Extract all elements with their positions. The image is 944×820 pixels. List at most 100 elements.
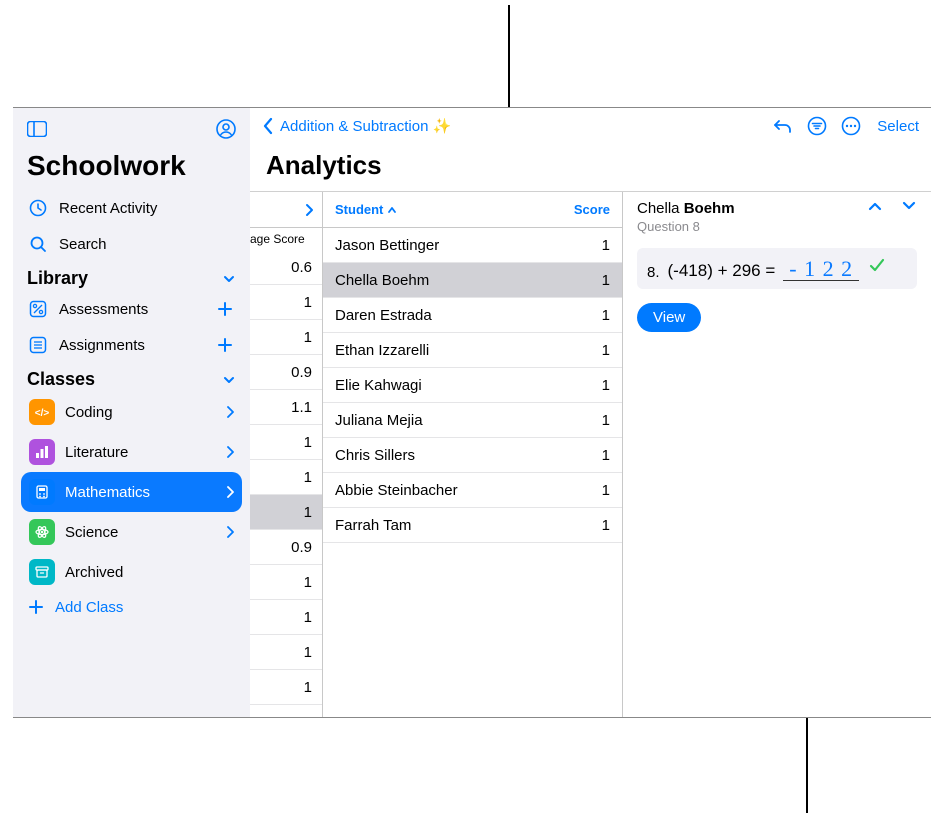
avg-score-header-partial: age Score — [250, 228, 322, 250]
sidebar-class-science[interactable]: Science — [21, 512, 242, 552]
student-row[interactable]: Ethan Izzarelli 1 — [323, 333, 622, 368]
student-name: Ethan Izzarelli — [335, 342, 429, 359]
question-row[interactable]: 1 — [250, 565, 322, 600]
student-header-label: Student — [335, 202, 383, 217]
student-row[interactable]: Farrah Tam1 — [323, 508, 622, 543]
class-icon — [29, 519, 55, 545]
class-label: Literature — [65, 444, 216, 461]
student-score: 1 — [602, 412, 610, 429]
question-row[interactable]: 1 — [250, 460, 322, 495]
question-row[interactable]: 1 — [250, 495, 322, 530]
class-label: Coding — [65, 404, 216, 421]
page-title: Analytics — [250, 144, 931, 191]
student-row[interactable]: Daren Estrada 1 — [323, 298, 622, 333]
question-row[interactable]: 1.1 — [250, 390, 322, 425]
sidebar-item-search[interactable]: Search — [13, 226, 250, 262]
sidebar-section-label: Classes — [27, 369, 95, 390]
back-chevron-icon[interactable] — [262, 117, 274, 135]
sidebar-item-assignments[interactable]: Assignments — [13, 327, 250, 363]
questions-header[interactable] — [250, 192, 322, 228]
student-score: 1 — [602, 342, 610, 359]
student-row[interactable]: Chella Boehm 1 — [323, 263, 622, 298]
student-score: 1 — [602, 377, 610, 394]
more-icon[interactable] — [837, 112, 865, 140]
sidebar-toggle-icon[interactable] — [25, 117, 49, 141]
student-name: Jason Bettinger — [335, 237, 439, 254]
next-question-icon[interactable] — [901, 200, 917, 234]
plus-icon[interactable] — [214, 300, 236, 318]
question-row[interactable]: 1 — [250, 635, 322, 670]
student-score: 1 — [602, 307, 610, 324]
student-score: 1 — [602, 517, 610, 534]
account-icon[interactable] — [214, 117, 238, 141]
prev-question-icon[interactable] — [867, 200, 883, 234]
add-class-label: Add Class — [55, 599, 123, 616]
question-row[interactable]: 1 — [250, 600, 322, 635]
student-name: Abbie Steinbacher — [335, 482, 458, 499]
sidebar-item-recent[interactable]: Recent Activity — [13, 190, 250, 226]
sidebar-class-mathematics[interactable]: Mathematics — [21, 472, 242, 512]
question-row[interactable]: 1 — [250, 285, 322, 320]
sidebar-class-coding[interactable]: </> Coding — [21, 392, 242, 432]
students-column: Student Score Jason Bettinger1Chella Boe… — [323, 192, 623, 717]
sidebar-class-literature[interactable]: Literature — [21, 432, 242, 472]
student-name: Juliana Mejia — [335, 412, 423, 429]
chevron-down-icon — [222, 272, 236, 286]
sidebar-item-label: Recent Activity — [59, 200, 236, 217]
main-content: Addition & Subtraction ✨ Select Analytic… — [250, 108, 931, 717]
class-icon — [29, 479, 55, 505]
plus-icon — [27, 598, 45, 616]
select-button[interactable]: Select — [877, 118, 919, 135]
student-score: 1 — [602, 237, 610, 254]
student-name: Elie Kahwagi — [335, 377, 422, 394]
question-row[interactable]: 1 — [250, 425, 322, 460]
sidebar-section-classes[interactable]: Classes — [13, 363, 250, 392]
clock-icon — [27, 199, 49, 217]
question-row[interactable]: 1 — [250, 670, 322, 705]
view-button[interactable]: View — [637, 303, 701, 332]
score-header-label[interactable]: Score — [574, 202, 610, 217]
sidebar-item-assessments[interactable]: Assessments — [13, 291, 250, 327]
question-row[interactable]: 1 — [250, 320, 322, 355]
student-row[interactable]: Jason Bettinger 1 — [323, 228, 622, 263]
student-row[interactable]: Abbie Steinbacher 1 — [323, 473, 622, 508]
student-row[interactable]: Elie Kahwagi 1 — [323, 368, 622, 403]
answer-card: 8. (-418) + 296 = - 1 2 2 — [637, 248, 917, 289]
search-icon — [27, 235, 49, 253]
toolbar: Addition & Subtraction ✨ Select — [250, 108, 931, 144]
sort-up-icon — [387, 205, 397, 215]
question-row[interactable]: 0.6 — [250, 250, 322, 285]
class-label: Science — [65, 524, 216, 541]
student-name: Chella Boehm — [335, 272, 429, 289]
chevron-right-icon — [304, 203, 314, 217]
handwritten-answer: - 1 2 2 — [783, 258, 859, 281]
sidebar-item-label: Search — [59, 236, 236, 253]
student-sort-header[interactable]: Student — [335, 202, 397, 217]
detail-question-label: Question 8 — [637, 219, 735, 234]
class-icon — [29, 439, 55, 465]
student-row[interactable]: Juliana Mejia 1 — [323, 403, 622, 438]
chevron-right-icon — [226, 406, 234, 418]
student-row[interactable]: Chris Sillers1 — [323, 438, 622, 473]
question-row[interactable]: 0.9 — [250, 355, 322, 390]
plus-icon[interactable] — [214, 336, 236, 354]
sidebar-item-label: Assignments — [59, 337, 204, 354]
student-score: 1 — [602, 482, 610, 499]
sidebar-section-label: Library — [27, 268, 88, 289]
sidebar-class-archived[interactable]: Archived — [21, 552, 242, 592]
back-label[interactable]: Addition & Subtraction ✨ — [280, 117, 451, 135]
filter-icon[interactable] — [803, 112, 831, 140]
sidebar-section-library[interactable]: Library — [13, 262, 250, 291]
add-class-button[interactable]: Add Class — [13, 592, 250, 622]
class-icon — [29, 559, 55, 585]
question-expression: (-418) + 296 = — [668, 261, 776, 281]
undo-icon[interactable] — [769, 112, 797, 140]
student-score: 1 — [602, 272, 610, 289]
chevron-right-icon — [226, 486, 234, 498]
detail-column: Chella Boehm Question 8 8. (-418) + 296 … — [623, 192, 931, 717]
list-icon — [27, 336, 49, 354]
percent-icon — [27, 300, 49, 318]
question-row[interactable]: 0.9 — [250, 530, 322, 565]
sidebar-item-label: Assessments — [59, 301, 204, 318]
student-name: Daren Estrada — [335, 307, 432, 324]
